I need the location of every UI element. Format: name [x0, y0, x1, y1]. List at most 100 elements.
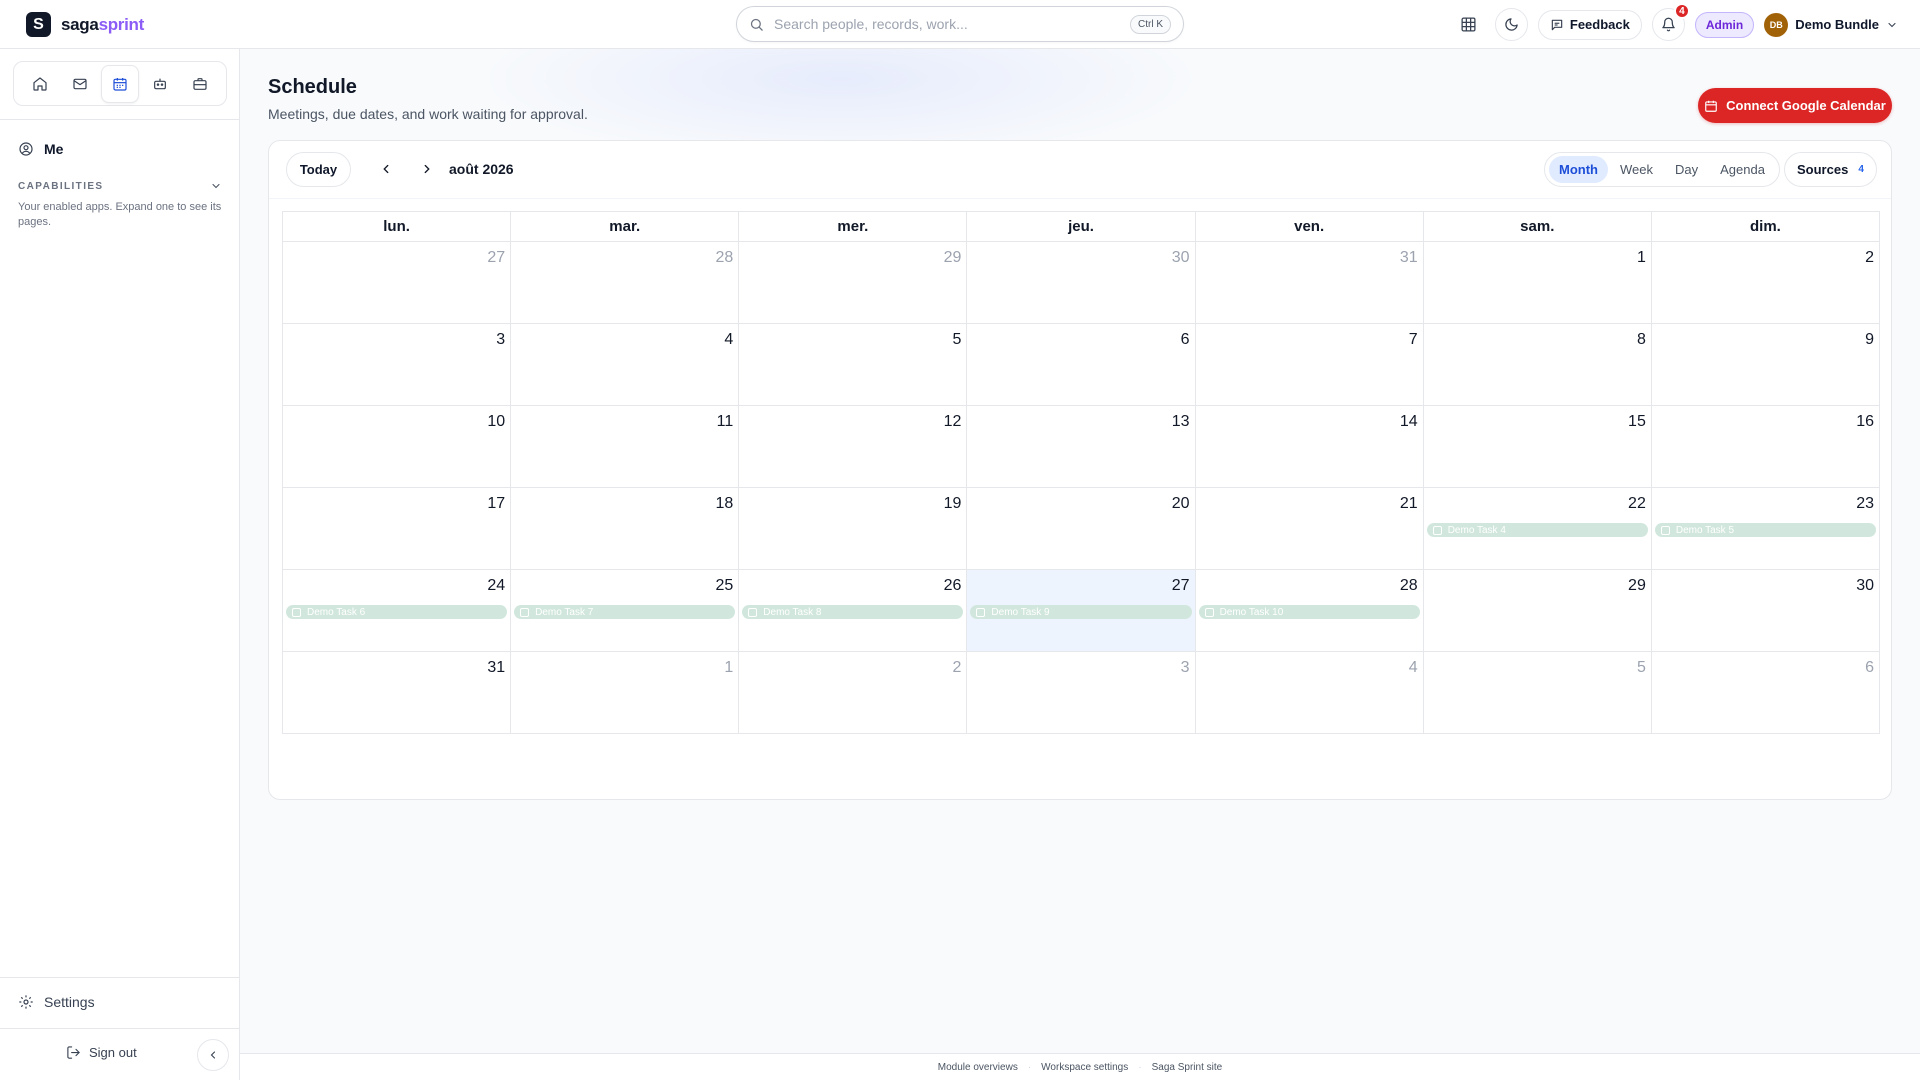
day-cell[interactable]: 30	[1651, 570, 1880, 652]
global-search[interactable]: Ctrl K	[736, 6, 1184, 42]
week-row: 17 18 19 20 21 22 Demo Task 4 23 Demo Task 5	[283, 488, 1880, 570]
day-cell[interactable]: 29	[1423, 570, 1652, 652]
day-cell[interactable]: 27	[283, 242, 512, 324]
weekday-header: lun.	[283, 212, 512, 242]
day-cell[interactable]: 20	[967, 488, 1196, 570]
feedback-label: Feedback	[1569, 17, 1630, 32]
day-cell[interactable]: 13	[967, 406, 1196, 488]
event-label: Demo Task 7	[535, 606, 594, 618]
day-cell[interactable]: 5	[739, 324, 968, 406]
day-cell[interactable]: 25 Demo Task 7	[511, 570, 740, 652]
week-row: 31 1 2 3 4 5 6	[283, 652, 1880, 734]
day-cell[interactable]: 10	[283, 406, 512, 488]
event-chip[interactable]: Demo Task 5	[1654, 523, 1876, 537]
sidebar-item-settings[interactable]: Settings	[18, 994, 95, 1010]
app-mail-button[interactable]	[61, 65, 99, 103]
day-cell[interactable]: 21	[1195, 488, 1424, 570]
day-cell[interactable]: 2	[739, 652, 968, 734]
connect-google-calendar-button[interactable]: Connect Google Calendar	[1698, 88, 1892, 123]
day-cell[interactable]: 29	[739, 242, 968, 324]
day-cell[interactable]: 8	[1423, 324, 1652, 406]
day-cell[interactable]: 5	[1423, 652, 1652, 734]
day-number: 19	[943, 495, 962, 512]
user-menu[interactable]: DB Demo Bundle	[1764, 12, 1898, 37]
day-cell[interactable]: 22 Demo Task 4	[1423, 488, 1652, 570]
event-chip[interactable]: Demo Task 7	[514, 605, 736, 619]
day-cell[interactable]: 3	[967, 652, 1196, 734]
event-chip[interactable]: Demo Task 8	[742, 605, 964, 619]
day-cell[interactable]: 9	[1651, 324, 1880, 406]
day-cell[interactable]: 28	[511, 242, 740, 324]
day-cell[interactable]: 1	[1423, 242, 1652, 324]
day-cell[interactable]: 1	[511, 652, 740, 734]
day-cell[interactable]: 17	[283, 488, 512, 570]
event-chip[interactable]: Demo Task 10	[1198, 605, 1420, 619]
day-cell[interactable]: 6	[1651, 652, 1880, 734]
day-cell[interactable]: 14	[1195, 406, 1424, 488]
day-cell[interactable]: 31	[283, 652, 512, 734]
footer-link[interactable]: Module overviews	[938, 1062, 1018, 1073]
day-cell[interactable]: 23 Demo Task 5	[1651, 488, 1880, 570]
day-cell[interactable]: 16	[1651, 406, 1880, 488]
day-cell[interactable]: 4	[1195, 652, 1424, 734]
brand-logo[interactable]: S sagasprint	[26, 12, 144, 37]
day-cell[interactable]: 15	[1423, 406, 1652, 488]
sidebar-item-me[interactable]: Me	[18, 141, 63, 157]
role-badge[interactable]: Admin	[1694, 11, 1755, 38]
day-number: 20	[1171, 495, 1190, 512]
day-cell[interactable]: 12	[739, 406, 968, 488]
collapse-sidebar-button[interactable]	[197, 1039, 229, 1071]
day-cell[interactable]: 19	[739, 488, 968, 570]
search-input[interactable]	[774, 16, 1120, 32]
week-row: 27 28 29 30 31 1 2	[283, 242, 1880, 324]
event-chip[interactable]: Demo Task 9	[970, 605, 1192, 619]
view-month-button[interactable]: Month	[1549, 156, 1608, 183]
footer-link[interactable]: Saga Sprint site	[1152, 1062, 1223, 1073]
day-cell[interactable]: 31	[1195, 242, 1424, 324]
footer-link[interactable]: Workspace settings	[1041, 1062, 1128, 1073]
day-number: 8	[1636, 331, 1646, 348]
next-month-button[interactable]	[413, 155, 441, 183]
event-chip[interactable]: Demo Task 6	[286, 605, 508, 619]
sign-out-label: Sign out	[89, 1045, 137, 1060]
app-briefcase-button[interactable]	[181, 65, 219, 103]
day-cell[interactable]: 3	[283, 324, 512, 406]
notifications-button[interactable]: 4	[1651, 3, 1690, 41]
apps-grid-button[interactable]	[1452, 8, 1485, 41]
calendar-icon	[1705, 100, 1718, 112]
app-home-button[interactable]	[21, 65, 59, 103]
day-cell[interactable]: 18	[511, 488, 740, 570]
event-chip[interactable]: Demo Task 4	[1426, 523, 1648, 537]
view-week-button[interactable]: Week	[1610, 156, 1663, 183]
calendar-icon	[113, 77, 127, 91]
day-cell[interactable]: 2	[1651, 242, 1880, 324]
theme-toggle-button[interactable]	[1494, 8, 1528, 41]
brand-name: sagasprint	[61, 14, 144, 34]
day-cell[interactable]: 24 Demo Task 6	[283, 570, 512, 652]
day-cell-today[interactable]: 27 Demo Task 9	[967, 570, 1196, 652]
today-button[interactable]: Today	[286, 152, 351, 187]
day-number: 1	[724, 659, 734, 676]
day-cell[interactable]: 30	[967, 242, 1196, 324]
day-number: 24	[487, 577, 506, 594]
capabilities-header[interactable]: CAPABILITIES	[18, 180, 222, 192]
mail-icon	[73, 78, 87, 89]
calendar-toolbar: Today août 2026 Month Week Day Agenda Sourc…	[269, 141, 1891, 199]
day-cell[interactable]: 6	[967, 324, 1196, 406]
day-cell[interactable]: 28 Demo Task 10	[1195, 570, 1424, 652]
view-agenda-button[interactable]: Agenda	[1710, 156, 1775, 183]
app-bot-button[interactable]	[141, 65, 179, 103]
previous-month-button[interactable]	[372, 155, 400, 183]
feedback-button[interactable]: Feedback	[1537, 9, 1642, 40]
sign-out-button[interactable]: Sign out	[66, 1045, 137, 1060]
view-day-button[interactable]: Day	[1665, 156, 1708, 183]
day-cell[interactable]: 26 Demo Task 8	[739, 570, 968, 652]
day-cell[interactable]: 4	[511, 324, 740, 406]
day-cell[interactable]: 11	[511, 406, 740, 488]
app-calendar-button[interactable]	[101, 64, 139, 103]
weekday-header: jeu.	[967, 212, 1196, 242]
day-cell[interactable]: 7	[1195, 324, 1424, 406]
sources-button[interactable]: Sources 4	[1784, 152, 1877, 187]
search-icon	[750, 18, 763, 31]
day-number: 18	[715, 495, 734, 512]
